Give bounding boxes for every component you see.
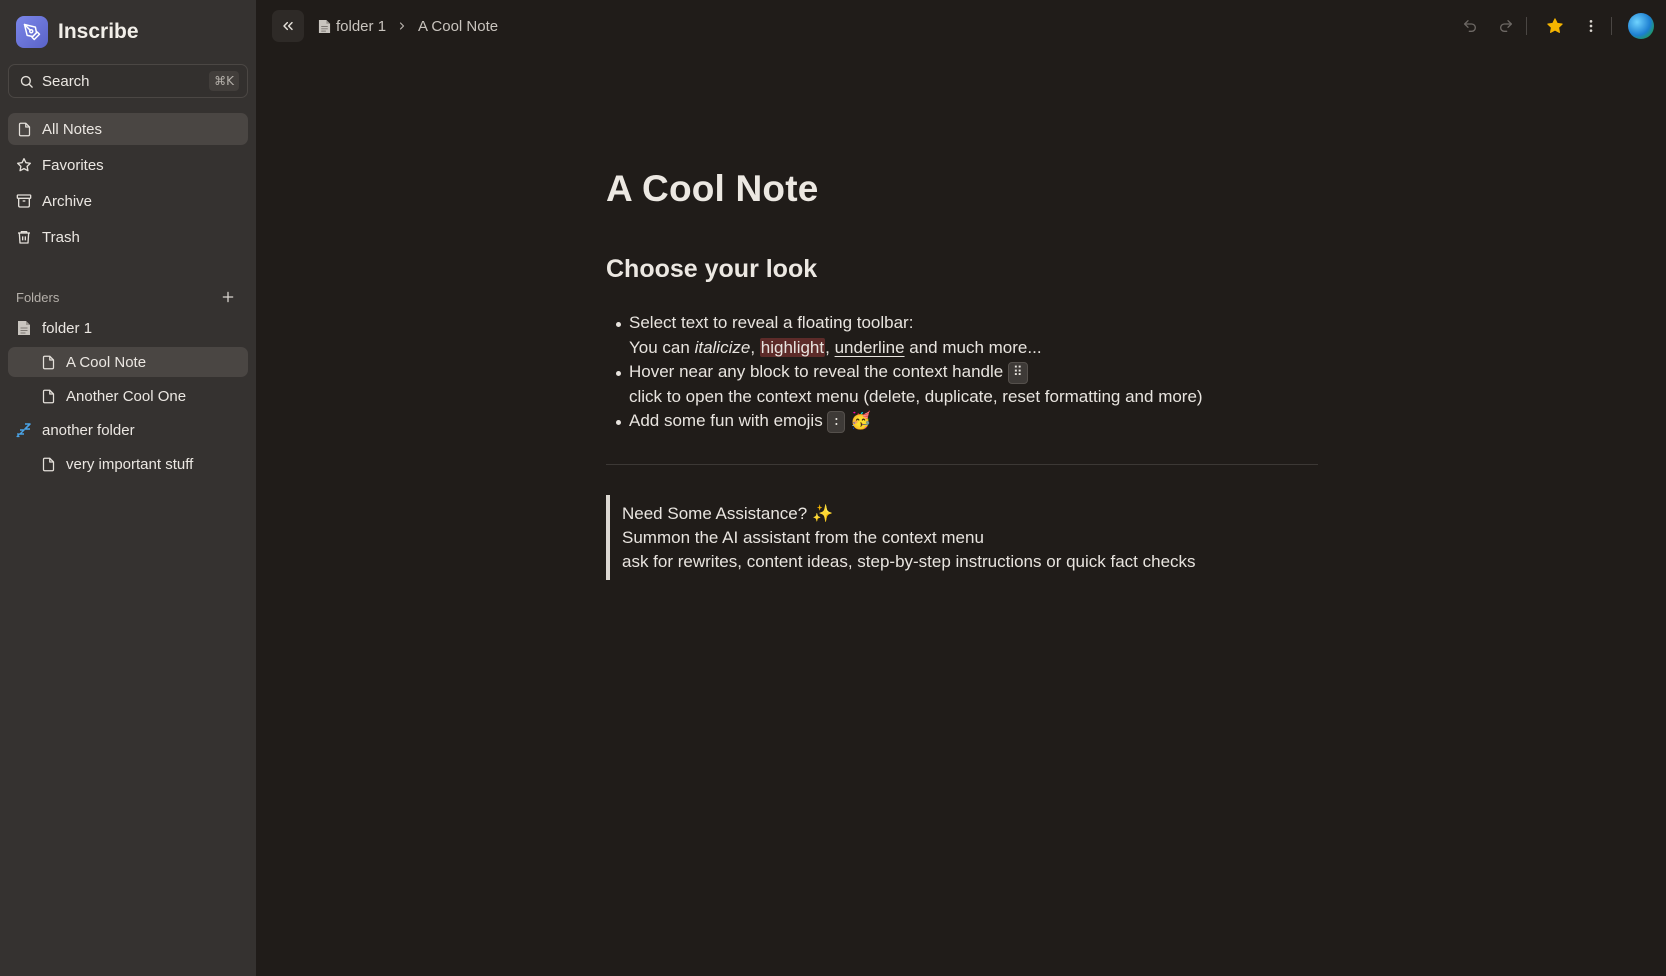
star-icon	[16, 157, 32, 173]
note-editor[interactable]: A Cool Note Choose your look Select text…	[606, 168, 1318, 580]
note-item-very-important-stuff[interactable]: very important stuff	[8, 449, 248, 479]
tree-item-label: A Cool Note	[66, 353, 147, 371]
sidebar-item-trash[interactable]: Trash	[8, 221, 248, 253]
search-icon	[18, 73, 34, 89]
sidebar-item-label: All Notes	[42, 120, 103, 138]
note-title[interactable]: A Cool Note	[606, 168, 1318, 210]
folders-title: Folders	[16, 289, 60, 305]
text: and much more...	[909, 337, 1042, 357]
callout-block[interactable]: Need Some Assistance? ✨ Summon the AI as…	[606, 494, 1318, 580]
sidebar: Inscribe Search ⌘K All Notes Favorites A…	[0, 0, 256, 976]
sidebar-nav: All Notes Favorites Archive Trash	[8, 113, 248, 253]
sidebar-item-label: Favorites	[42, 156, 104, 174]
avatar[interactable]	[1628, 13, 1654, 39]
topbar-actions	[1448, 10, 1654, 42]
text: ,	[750, 337, 756, 357]
chevrons-left-icon	[283, 21, 293, 31]
archive-icon	[16, 193, 32, 209]
sidebar-item-label: Archive	[42, 192, 93, 210]
more-options-button[interactable]	[1577, 12, 1605, 40]
add-folder-button[interactable]	[220, 289, 236, 305]
breadcrumb: folder 1 A Cool Note	[316, 18, 498, 35]
divider	[1526, 17, 1527, 35]
highlight-text: highlight	[759, 337, 826, 357]
star-filled-icon	[1547, 18, 1563, 33]
breadcrumb-folder[interactable]: folder 1	[316, 18, 386, 35]
file-icon	[40, 388, 56, 404]
file-icon	[40, 354, 56, 370]
text: You can	[629, 337, 690, 357]
folder-item-folder-1[interactable]: folder 1	[8, 313, 248, 343]
search-shortcut: ⌘K	[209, 71, 239, 91]
tree-item-label: another folder	[42, 421, 135, 439]
search-input[interactable]: Search ⌘K	[8, 64, 248, 98]
underline-text: underline	[834, 337, 905, 357]
breadcrumb-folder-label: folder 1	[336, 17, 387, 35]
text: Hover near any block to reveal the conte…	[629, 362, 1004, 381]
sidebar-item-favorites[interactable]: Favorites	[8, 149, 248, 181]
brand: Inscribe	[8, 0, 248, 64]
text: Add some fun with emojis	[629, 411, 823, 430]
note-item-a-cool-note[interactable]: A Cool Note	[8, 347, 248, 377]
file-icon	[40, 456, 56, 472]
note-item-another-cool-one[interactable]: Another Cool One	[8, 381, 248, 411]
plus-icon	[222, 291, 234, 303]
main-content: folder 1 A Cool Note A Cool Note Choose …	[256, 0, 1666, 976]
horizontal-rule	[606, 463, 1318, 465]
callout-title: Need Some Assistance?	[622, 503, 808, 523]
sidebar-item-all-notes[interactable]: All Notes	[8, 113, 248, 145]
note-heading[interactable]: Choose your look	[606, 255, 1318, 284]
bullet-list: Select text to reveal a floating toolbar…	[606, 311, 1318, 434]
list-item[interactable]: Add some fun with emojis : 🥳	[606, 409, 1318, 434]
favorite-button[interactable]	[1541, 12, 1569, 40]
trash-icon	[16, 229, 32, 245]
party-emoji-icon: 🥳	[850, 411, 872, 430]
callout-line: Summon the AI assistant from the context…	[622, 527, 984, 547]
tree-item-label: Another Cool One	[66, 387, 187, 405]
zzz-emoji-icon	[16, 422, 32, 438]
app-root: Inscribe Search ⌘K All Notes Favorites A…	[0, 0, 1666, 976]
collapse-sidebar-button[interactable]	[272, 10, 304, 42]
more-vertical-icon	[1589, 20, 1593, 32]
app-name: Inscribe	[58, 20, 139, 43]
drag-handle-icon: ⠿	[1007, 362, 1028, 384]
undo-button[interactable]	[1456, 12, 1484, 40]
folders-header: Folders	[8, 287, 248, 307]
breadcrumb-note[interactable]: A Cool Note	[418, 18, 498, 35]
list-item[interactable]: Select text to reveal a floating toolbar…	[606, 311, 1318, 360]
sparkles-emoji-icon: ✨	[811, 503, 834, 523]
text: Select text to reveal a floating toolbar…	[629, 313, 914, 332]
folder-item-another-folder[interactable]: another folder	[8, 415, 248, 445]
list-item[interactable]: Hover near any block to reveal the conte…	[606, 360, 1318, 409]
page-icon	[16, 320, 32, 336]
redo-icon	[1500, 20, 1512, 32]
sidebar-item-label: Trash	[42, 228, 80, 246]
text: click to open the context menu (delete, …	[629, 386, 1203, 406]
redo-button[interactable]	[1492, 12, 1520, 40]
tree-item-label: very important stuff	[66, 455, 194, 473]
chevron-right-icon	[396, 20, 408, 32]
folder-tree: folder 1 A Cool Note Another Cool One an…	[8, 313, 248, 479]
italic-text: italicize	[694, 337, 751, 357]
page-icon	[316, 18, 332, 34]
search-label: Search	[42, 72, 90, 90]
app-logo-icon	[16, 16, 48, 48]
undo-icon	[1464, 20, 1476, 32]
file-icon	[16, 121, 32, 137]
divider	[1611, 17, 1612, 35]
text: ,	[825, 337, 830, 357]
callout-line: ask for rewrites, content ideas, step-by…	[622, 551, 1196, 571]
topbar: folder 1 A Cool Note	[256, 0, 1666, 52]
sidebar-item-archive[interactable]: Archive	[8, 185, 248, 217]
tree-item-label: folder 1	[42, 319, 93, 337]
colon-key-chip: :	[827, 411, 846, 433]
